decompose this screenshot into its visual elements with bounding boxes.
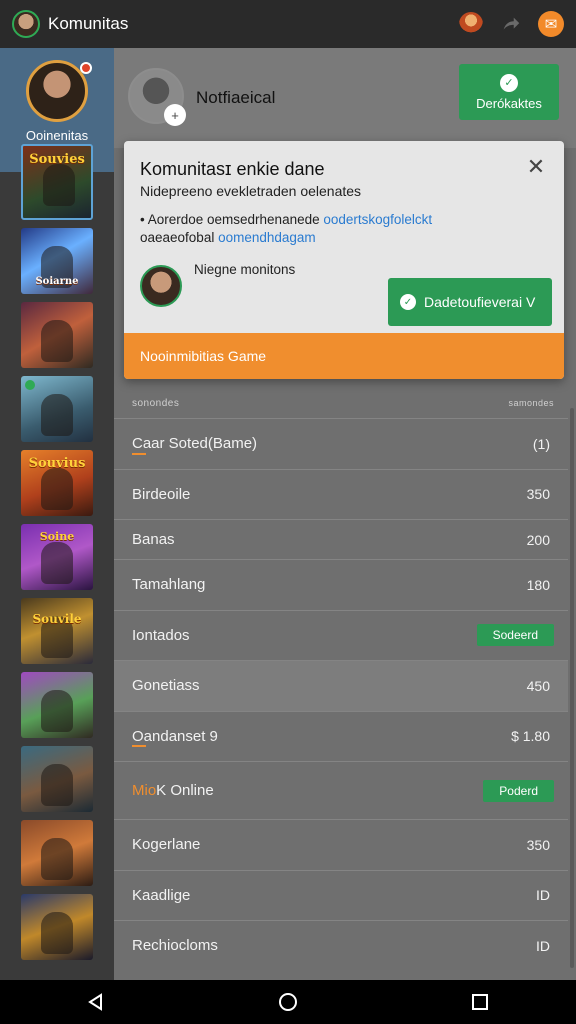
popup-footer-banner[interactable]: Nooinmibitias Game xyxy=(124,333,564,379)
back-icon[interactable] xyxy=(76,982,116,1022)
list-item-name: MioK Online xyxy=(132,782,214,799)
popup-action-button[interactable]: ✓ Dadetoufieverai V xyxy=(388,278,552,326)
status-chip[interactable]: Sodeerd xyxy=(476,624,554,647)
list-item-name: Gonetiass xyxy=(132,677,200,695)
header-title: Notfiaeical xyxy=(196,88,276,107)
list-item-name-prefix: Mio xyxy=(132,782,157,799)
rail-game-11[interactable] xyxy=(21,894,93,960)
share-icon[interactable] xyxy=(498,11,524,37)
top-app-bar: Komunitas ✉ xyxy=(0,0,576,48)
rail-game-7[interactable]: Souvile xyxy=(21,598,93,664)
list-header-left: sonondes xyxy=(132,398,180,409)
list-item-value: ID xyxy=(536,887,550,904)
status-dot xyxy=(80,62,92,74)
user-avatar[interactable] xyxy=(140,265,182,307)
list-item[interactable]: Kaadlige ID xyxy=(114,869,568,921)
rail-game-4[interactable] xyxy=(21,376,93,442)
home-icon[interactable] xyxy=(268,982,308,1022)
list-item[interactable]: Banas 200 xyxy=(114,519,568,559)
status-chip[interactable]: Poderd xyxy=(483,779,554,802)
chat-icon: ✓ xyxy=(500,73,518,92)
game-rail: Ooinenitas Souvies Soiarne Souvius Soine… xyxy=(0,48,114,980)
list-item[interactable]: Tamahlang 180 xyxy=(114,559,568,610)
list-item-name: Birdeoile xyxy=(132,485,191,503)
list-item-name: Banas xyxy=(132,531,175,548)
list-item-name: Iontados xyxy=(132,626,190,644)
list-item[interactable]: MioK Online Poderd xyxy=(114,761,568,819)
rail-game-6[interactable]: Soine xyxy=(21,524,93,590)
popup-title: Komunitasɪ enkie dane xyxy=(140,159,325,179)
rail-game-3[interactable] xyxy=(21,302,93,368)
recents-icon[interactable] xyxy=(460,982,500,1022)
list-header-right: samondes xyxy=(508,398,554,408)
list-item[interactable]: Oandanset 9 $ 1.80 xyxy=(114,710,568,762)
list-item[interactable]: Gonetiass 450 xyxy=(114,660,568,711)
popup-link-1[interactable]: oodertskogfolelckt xyxy=(323,212,432,227)
popup-link-2[interactable]: oomendhdagam xyxy=(218,230,316,245)
close-icon[interactable]: ✕ xyxy=(524,155,548,179)
list-item-value: 200 xyxy=(526,531,550,548)
list-item[interactable]: Rechiocloms ID xyxy=(114,920,568,971)
scrollbar[interactable] xyxy=(570,408,574,968)
list-item-name: Rechiocloms xyxy=(132,937,218,955)
header-action-button[interactable]: ✓ Derókaktes xyxy=(459,64,559,120)
list-item-name: Oandanset 9 xyxy=(132,727,218,745)
list-item-name: Caar Soted(Bame) xyxy=(132,435,258,453)
list-item-value: (1) xyxy=(532,435,550,452)
rail-game-10[interactable] xyxy=(21,820,93,886)
list-item-value: 450 xyxy=(526,677,550,694)
game-list: Caar Soted(Bame) (1) Birdeoile 350 Banas… xyxy=(114,418,568,971)
popup-action-label: Dadetoufieverai V xyxy=(424,294,536,310)
app-avatar[interactable] xyxy=(12,10,40,38)
chat-icon: ✓ xyxy=(400,294,416,310)
notification-header: + Notfiaeical ✓ Derókaktes xyxy=(114,48,576,148)
list-item-value: 350 xyxy=(526,836,550,853)
accent-underline xyxy=(132,745,146,747)
popup-body-mid: oaeaeofobal xyxy=(140,230,215,245)
profile-avatar[interactable] xyxy=(26,60,88,122)
topbar-actions: ✉ xyxy=(458,11,564,37)
list-item-value: 350 xyxy=(526,486,550,503)
popup-footer-label: Nooinmibitias Game xyxy=(140,348,267,364)
app-title: Komunitas xyxy=(48,14,129,33)
popup-body-prefix: • Aorerdoe oemsedrhenanede xyxy=(140,212,320,227)
notification-icon[interactable]: ✉ xyxy=(538,11,564,37)
rail-game-9[interactable] xyxy=(21,746,93,812)
system-nav-bar xyxy=(0,980,576,1024)
list-item-value: 180 xyxy=(526,576,550,593)
header-action-label: Derókaktes xyxy=(476,95,542,111)
list-item-name: Kaadlige xyxy=(132,886,191,904)
list-item-value: ID xyxy=(536,937,550,954)
rail-game-5[interactable]: Souvius xyxy=(21,450,93,516)
list-item[interactable]: Caar Soted(Bame) (1) xyxy=(114,418,568,469)
rail-profile-label: Ooinenitas xyxy=(25,128,89,143)
add-icon[interactable]: + xyxy=(164,104,186,126)
list-item-name-rest: K Online xyxy=(156,782,214,799)
list-item-name: Tamahlang xyxy=(132,576,206,594)
list-item-value: $ 1.80 xyxy=(511,728,550,745)
rail-game-2[interactable]: Soiarne xyxy=(21,228,93,294)
list-item[interactable]: Iontados Sodeerd xyxy=(114,609,568,661)
list-header: sonondes samondes xyxy=(114,396,568,416)
mascot-icon[interactable] xyxy=(458,11,484,37)
popup-subtitle: Nidepreeno evekletraden oelenates xyxy=(140,183,362,199)
accent-underline xyxy=(132,452,146,455)
community-popup: Komunitasɪ enkie dane ✕ Nidepreeno evekl… xyxy=(124,141,564,379)
list-item[interactable]: Birdeoile 350 xyxy=(114,468,568,520)
header-avatar[interactable]: + xyxy=(128,68,186,126)
list-item[interactable]: Kogerlane 350 xyxy=(114,819,568,870)
popup-body: • Aorerdoe oemsedrhenanede oodertskogfol… xyxy=(140,211,540,247)
rail-game-8[interactable] xyxy=(21,672,93,738)
rail-game-1[interactable]: Souvies xyxy=(21,144,93,220)
list-item-name: Kogerlane xyxy=(132,836,201,854)
user-name: Niegne monitons xyxy=(194,262,296,277)
